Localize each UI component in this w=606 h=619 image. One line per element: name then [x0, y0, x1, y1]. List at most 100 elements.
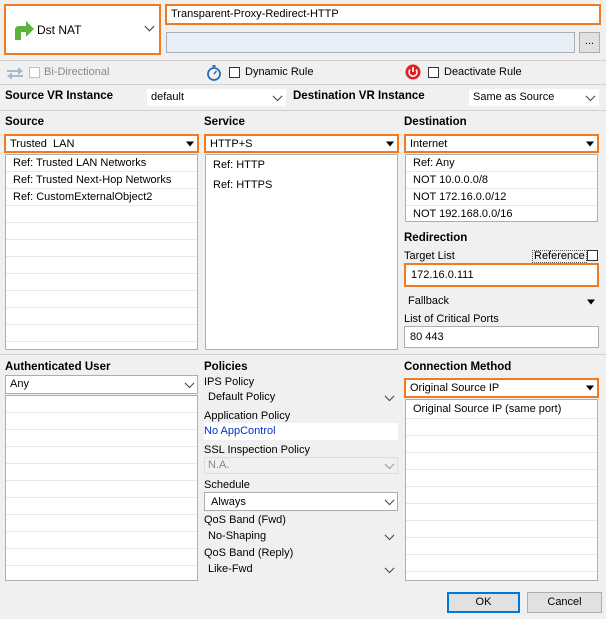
list-item-empty	[6, 274, 197, 291]
list-item[interactable]: NOT 172.16.0.0/12	[406, 189, 597, 206]
chevron-down-icon	[585, 90, 596, 101]
schedule-label: Schedule	[204, 479, 250, 491]
chevron-down-icon	[184, 377, 195, 388]
application-policy-field[interactable]: No AppControl	[204, 423, 398, 440]
list-item[interactable]: NOT 10.0.0.0/8	[406, 172, 597, 189]
destination-vr-select[interactable]: Same as Source	[469, 89, 599, 106]
cancel-button[interactable]: Cancel	[527, 592, 602, 613]
list-item[interactable]: Ref: Trusted Next-Hop Networks	[6, 172, 197, 189]
list-item-empty	[6, 549, 197, 566]
list-item-empty	[6, 308, 197, 325]
dynamic-rule-checkbox[interactable]	[229, 67, 240, 78]
list-item-empty	[406, 470, 597, 487]
rule-description-input[interactable]	[166, 32, 575, 53]
bidirectional-checkbox[interactable]	[29, 67, 40, 78]
service-label: Service	[204, 116, 245, 128]
list-item-empty	[6, 481, 197, 498]
list-item-empty	[406, 572, 597, 580]
connection-method-select[interactable]: Original Source IP	[404, 378, 599, 398]
destination-label: Destination	[404, 116, 467, 128]
list-item-empty	[406, 419, 597, 436]
list-item-empty	[406, 521, 597, 538]
chevron-down-icon	[144, 21, 155, 32]
chevron-down-icon	[384, 562, 395, 573]
list-item[interactable]: Ref: CustomExternalObject2	[6, 189, 197, 206]
list-item[interactable]: Ref: Trusted LAN Networks	[6, 155, 197, 172]
bidirectional-label: Bi-Directional	[44, 66, 110, 78]
list-item-empty	[6, 206, 197, 223]
list-item-empty	[6, 291, 197, 308]
schedule-select[interactable]: Always	[204, 492, 398, 511]
connection-method-label: Connection Method	[404, 361, 512, 373]
source-select[interactable]: Trusted LAN	[4, 134, 199, 153]
ssl-inspection-label: SSL Inspection Policy	[204, 444, 310, 456]
list-item-empty	[406, 453, 597, 470]
dropdown-arrow-icon	[586, 141, 594, 146]
stopwatch-icon	[207, 65, 221, 81]
qos-reply-label: QoS Band (Reply)	[204, 547, 294, 559]
list-item-empty	[6, 396, 197, 413]
bidirectional-icon	[7, 67, 23, 80]
qos-reply-select[interactable]: Like-Fwd	[204, 561, 398, 578]
list-item-empty	[6, 447, 197, 464]
dropdown-arrow-icon	[586, 385, 594, 391]
fallback-select[interactable]: Fallback	[404, 293, 599, 310]
list-item-empty	[6, 566, 197, 580]
application-policy-link[interactable]: No AppControl	[204, 425, 276, 437]
rule-type-select[interactable]: Dst NAT	[4, 4, 161, 55]
source-list[interactable]: Ref: Trusted LAN Networks Ref: Trusted N…	[5, 154, 198, 350]
target-list-label: Target List	[404, 250, 455, 262]
list-item-empty	[6, 464, 197, 481]
list-item-empty	[6, 515, 197, 532]
deactivate-rule-checkbox[interactable]	[428, 67, 439, 78]
deactivate-rule-label: Deactivate Rule	[444, 66, 522, 78]
power-icon	[405, 64, 421, 80]
list-item-empty	[6, 257, 197, 274]
arrow-right-icon	[15, 21, 34, 40]
critical-ports-input[interactable]: 80 443	[404, 326, 599, 348]
list-item-empty	[406, 487, 597, 504]
qos-fwd-select[interactable]: No-Shaping	[204, 528, 398, 545]
chevron-down-icon	[384, 458, 395, 469]
ips-policy-select[interactable]: Default Policy	[204, 389, 398, 406]
dropdown-arrow-icon	[386, 141, 394, 146]
auth-user-select[interactable]: Any	[5, 375, 198, 394]
list-item-empty	[406, 504, 597, 521]
source-vr-label: Source VR Instance	[5, 90, 114, 102]
destination-list[interactable]: Ref: Any NOT 10.0.0.0/8 NOT 172.16.0.0/1…	[405, 154, 598, 222]
list-item[interactable]: NOT 192.168.0.0/16	[406, 206, 597, 221]
target-list-input[interactable]: 172.16.0.111	[404, 263, 599, 287]
list-item[interactable]: Ref: Any	[406, 155, 597, 172]
destination-vr-label: Destination VR Instance	[293, 90, 425, 102]
list-item[interactable]: Ref: HTTP	[206, 155, 397, 175]
list-item[interactable]: Ref: HTTPS	[206, 175, 397, 195]
destination-select[interactable]: Internet	[404, 134, 599, 153]
dropdown-arrow-icon	[587, 299, 595, 304]
rule-type-label: Dst NAT	[37, 23, 82, 37]
critical-ports-label: List of Critical Ports	[404, 313, 499, 325]
reference-label: Reference	[532, 250, 587, 263]
dynamic-rule-label: Dynamic Rule	[245, 66, 314, 78]
service-select[interactable]: HTTP+S	[204, 134, 399, 153]
connection-method-list[interactable]: Original Source IP (same port)	[405, 399, 598, 581]
auth-user-label: Authenticated User	[5, 361, 111, 373]
browse-button[interactable]: ...	[579, 32, 600, 53]
auth-user-list[interactable]	[5, 395, 198, 581]
rule-name-input[interactable]: Transparent-Proxy-Redirect-HTTP	[165, 4, 601, 25]
ok-button[interactable]: OK	[447, 592, 520, 613]
chevron-down-icon	[384, 529, 395, 540]
reference-checkbox[interactable]	[587, 250, 598, 261]
list-item-empty	[6, 413, 197, 430]
source-vr-select[interactable]: default	[147, 89, 286, 106]
chevron-down-icon	[272, 90, 283, 101]
application-policy-label: Application Policy	[204, 410, 291, 422]
source-label: Source	[5, 116, 44, 128]
chevron-down-icon	[384, 390, 395, 401]
list-item[interactable]: Original Source IP (same port)	[406, 400, 597, 419]
list-item-empty	[6, 430, 197, 447]
dropdown-arrow-icon	[186, 141, 194, 146]
list-item-empty	[6, 240, 197, 257]
service-list[interactable]: Ref: HTTP Ref: HTTPS	[205, 154, 398, 350]
list-item-empty	[6, 223, 197, 240]
list-item-empty	[406, 555, 597, 572]
